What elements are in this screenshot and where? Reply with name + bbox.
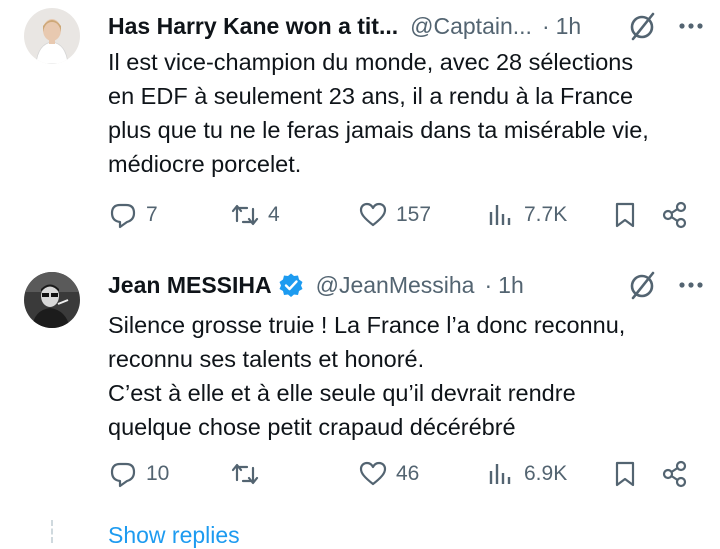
views-button[interactable]: 6.9K xyxy=(486,454,567,494)
bookmark-button[interactable] xyxy=(610,454,640,494)
tweet-text-line: plus que tu ne le feras jamais dans ta m… xyxy=(108,117,649,143)
reply-count: 7 xyxy=(146,203,158,226)
bookmark-button[interactable] xyxy=(610,195,640,235)
tweet-header: Has Harry Kane won a tit... @Captain... … xyxy=(108,6,706,46)
share-button[interactable] xyxy=(660,195,690,235)
tweet-text-line: quelque chose petit crapaud décérébré xyxy=(108,414,516,440)
timestamp[interactable]: 1h xyxy=(498,272,524,299)
verified-badge-icon[interactable] xyxy=(278,272,304,298)
display-name[interactable]: Has Harry Kane won a tit... xyxy=(108,13,398,40)
tweet[interactable]: Jean MESSIHA @JeanMessiha · 1h Silence g… xyxy=(0,258,720,520)
retweet-button[interactable] xyxy=(230,454,268,494)
reply-icon xyxy=(110,203,136,229)
reply-count: 10 xyxy=(146,462,170,485)
display-name[interactable]: Jean MESSIHA xyxy=(108,272,272,299)
separator-dot: · xyxy=(484,271,493,298)
avatar[interactable] xyxy=(24,272,80,328)
analytics-icon xyxy=(489,464,511,484)
bookmark-icon xyxy=(615,202,635,228)
avatar[interactable] xyxy=(24,8,80,64)
retweet-button[interactable]: 4 xyxy=(230,195,280,235)
reply-icon xyxy=(110,462,136,488)
tweet-text-line: reconnu ses talents et honoré. xyxy=(108,346,425,372)
share-icon xyxy=(662,201,687,229)
analytics-icon xyxy=(489,205,511,225)
tweet-text-line: en EDF à seulement 23 ans, il a rendu à … xyxy=(108,83,634,109)
user-handle[interactable]: @Captain... xyxy=(410,13,532,40)
more-icon[interactable] xyxy=(676,270,706,300)
view-count: 7.7K xyxy=(524,203,568,226)
profile-photo-icon xyxy=(24,8,80,64)
action-bar: 7 4 157 7.7K xyxy=(108,195,698,235)
user-handle[interactable]: @JeanMessiha xyxy=(316,272,475,299)
show-replies-link[interactable]: Show replies xyxy=(108,522,240,549)
retweet-count: 4 xyxy=(268,203,280,226)
reply-button[interactable]: 7 xyxy=(108,195,158,235)
more-icon[interactable] xyxy=(676,11,706,41)
timestamp[interactable]: 1h xyxy=(556,13,582,40)
tweet-header: Jean MESSIHA @JeanMessiha · 1h xyxy=(108,265,706,305)
grok-icon[interactable] xyxy=(626,269,658,301)
tweet-text-line: médiocre porcelet. xyxy=(108,151,302,177)
grok-icon[interactable] xyxy=(626,10,658,42)
tweet-text: Silence grosse truie ! La France l’a don… xyxy=(108,308,708,444)
action-bar: 10 46 6.9K xyxy=(108,454,698,494)
like-button[interactable]: 46 xyxy=(358,454,419,494)
profile-photo-icon xyxy=(24,272,80,328)
view-count: 6.9K xyxy=(524,462,568,485)
share-icon xyxy=(662,460,687,488)
reply-button[interactable]: 10 xyxy=(108,454,169,494)
tweet-text-line: Silence grosse truie ! La France l’a don… xyxy=(108,312,626,338)
views-button[interactable]: 7.7K xyxy=(486,195,567,235)
bookmark-icon xyxy=(615,461,635,487)
heart-icon xyxy=(359,202,387,227)
share-button[interactable] xyxy=(660,454,690,494)
thread-connector-line xyxy=(51,520,53,543)
heart-icon xyxy=(359,461,387,486)
separator-dot: · xyxy=(541,12,550,39)
tweet-text: Il est vice-champion du monde, avec 28 s… xyxy=(108,45,708,181)
tweet-text-line: Il est vice-champion du monde, avec 28 s… xyxy=(108,49,634,75)
like-count: 46 xyxy=(396,462,420,485)
like-count: 157 xyxy=(396,203,432,226)
retweet-icon xyxy=(231,463,259,485)
like-button[interactable]: 157 xyxy=(358,195,431,235)
retweet-icon xyxy=(231,204,259,226)
tweet-text-line: C’est à elle et à elle seule qu’il devra… xyxy=(108,380,576,406)
tweet[interactable]: Has Harry Kane won a tit... @Captain... … xyxy=(0,0,720,258)
